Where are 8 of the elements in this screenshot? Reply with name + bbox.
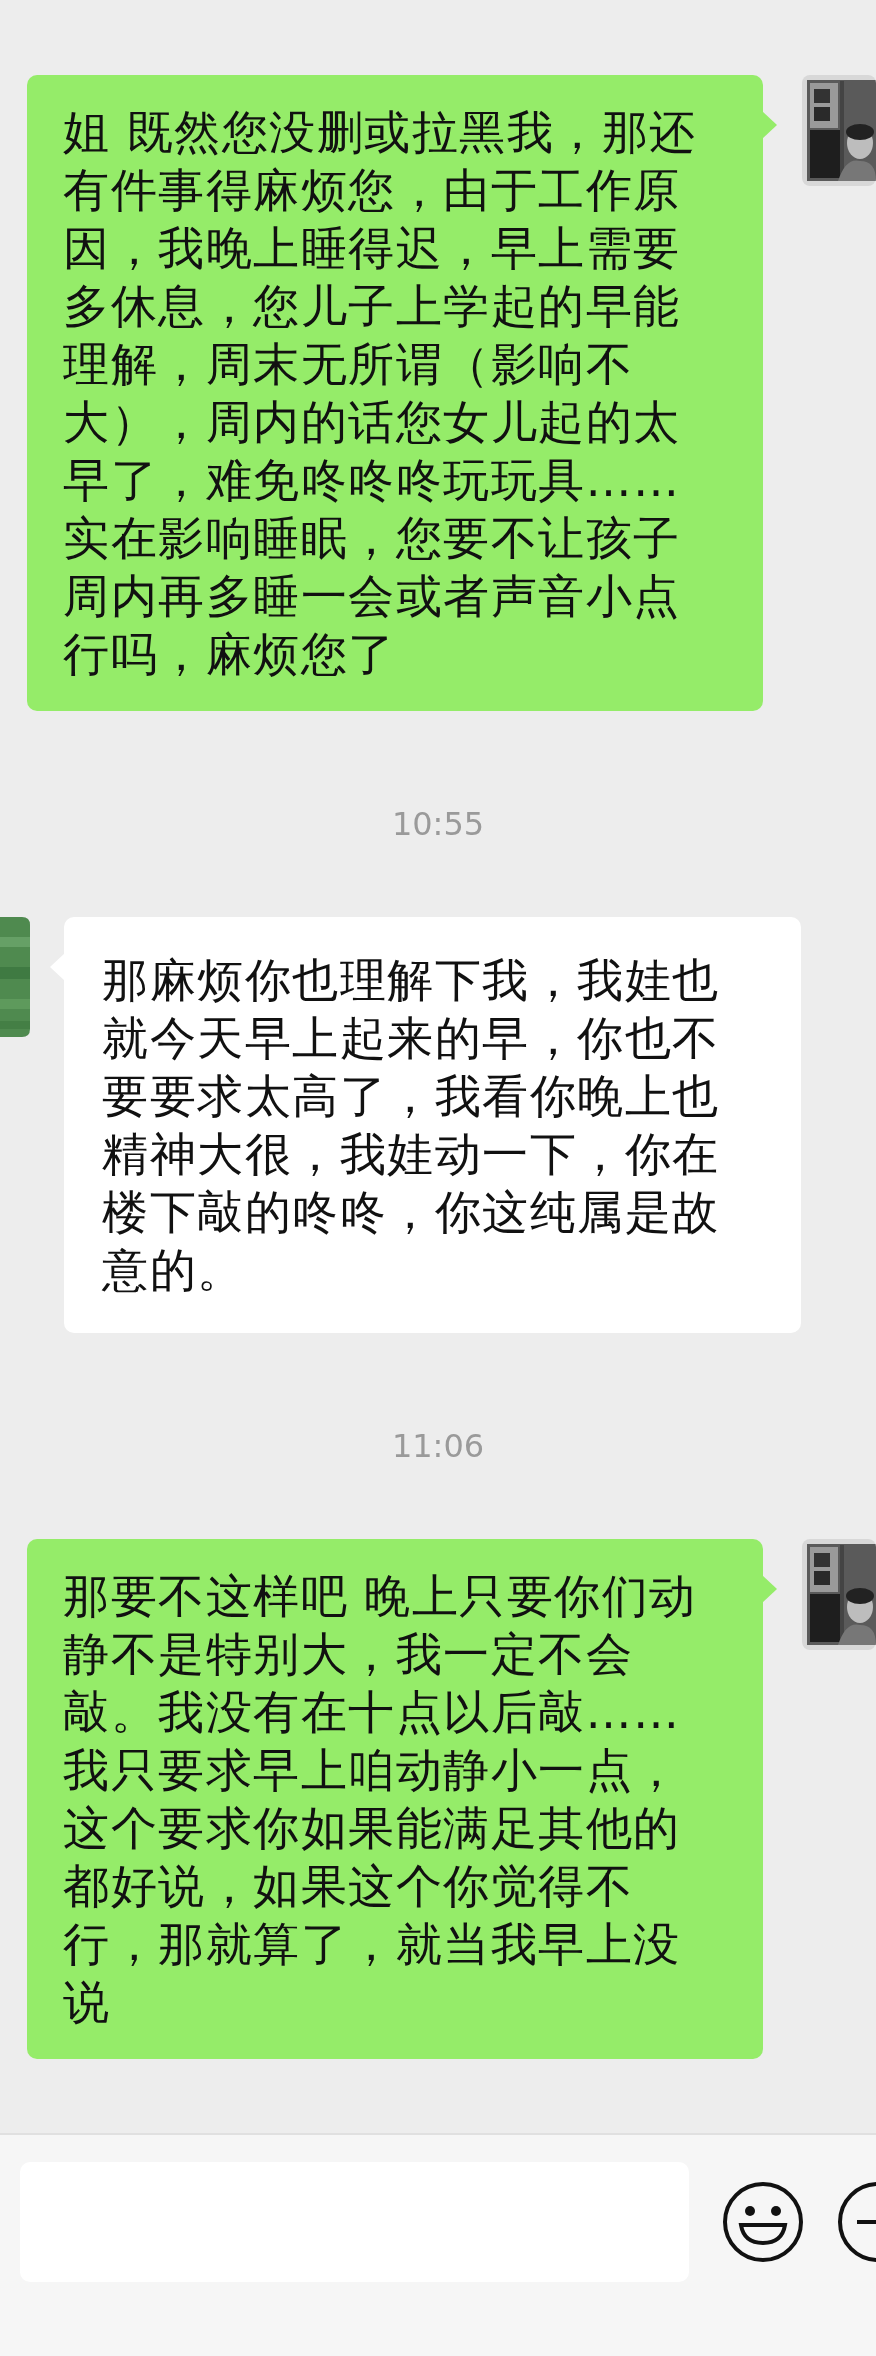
bubble-tail: [762, 111, 777, 139]
emoji-icon[interactable]: [722, 2181, 804, 2263]
message-bubble: 姐 既然您没删或拉黑我，那还有件事得麻烦您，由于工作原因，我晚上睡得迟，早上需要多休息，您儿子上学起的早能理解，周末无所谓（影响不大），周内的话您女儿起的太早了，难免咚咚咚玩玩具……实在影响睡眠，您要不让孩子周内再多睡一会或者声音小点行吗，麻烦您了: [27, 75, 763, 711]
timestamp: 11:06: [391, 1426, 485, 1466]
message-bubble: 那要不这样吧 晚上只要你们动静不是特别大，我一定不会敲。我没有在十点以后敲…… 我只要求早上咱动静小一点，这个要求你如果能满足其他的都好说，如果这个你觉得不行，那就算了，就当我早上没说: [27, 1539, 763, 2059]
bubble-tail: [762, 1575, 777, 1603]
message-bubble: 那麻烦你也理解下我，我娃也就今天早上起来的早，你也不要要求太高了，我看你晚上也精神大很，我娃动一下，你在楼下敲的咚咚，你这纯属是故意的。: [64, 917, 801, 1333]
timestamp: 10:55: [391, 804, 485, 844]
